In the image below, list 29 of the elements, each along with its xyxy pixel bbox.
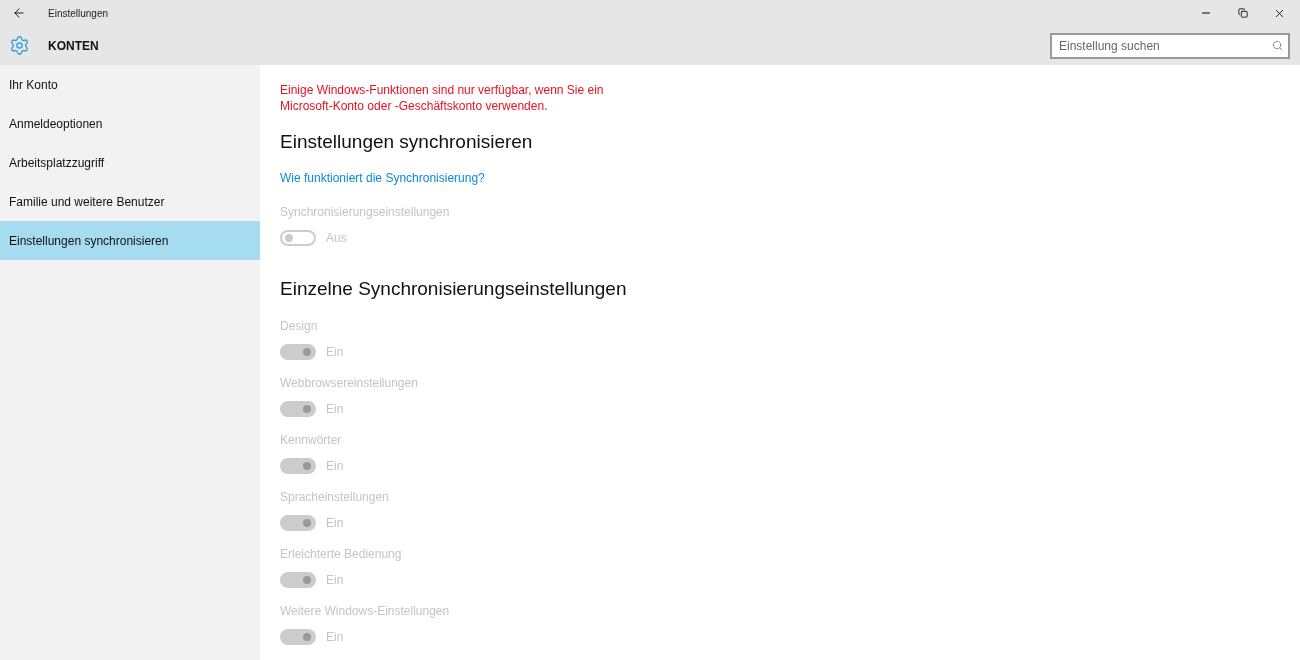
window-title: Einstellungen xyxy=(48,6,109,21)
warning-text: Einige Windows-Funktionen sind nur verfügbar, wenn Sie ein Microsoft-Konto oder -Geschäftskonto verwenden. xyxy=(280,82,605,114)
setting-label: Design xyxy=(280,318,319,335)
toggle-state-text: Aus xyxy=(326,229,347,247)
help-link[interactable]: Wie funktioniert die Synchronisierung? xyxy=(280,168,1300,187)
sidebar-item[interactable]: Einstellungen synchronisieren xyxy=(0,221,260,260)
toggle-state-text: Ein xyxy=(326,572,344,589)
sidebar-item[interactable]: Familie und weitere Benutzer xyxy=(0,182,260,221)
setting-label: Spracheinstellungen xyxy=(280,489,390,506)
setting-label: Weitere Windows-Einstellungen xyxy=(280,603,451,620)
setting-label: Webbrowsereinstellungen xyxy=(280,375,419,392)
toggle-state-text: Ein xyxy=(326,629,344,646)
toggle-state-text: Ein xyxy=(326,515,344,532)
section-heading: Einzelne Synchronisierungseinstellungen xyxy=(280,276,628,301)
settings-icon xyxy=(9,35,30,56)
search-icon xyxy=(1272,39,1283,51)
toggle-state-text: Ein xyxy=(326,458,344,475)
toggle-state-text: Ein xyxy=(326,344,344,361)
section-heading: Einstellungen synchronisieren xyxy=(280,130,534,154)
search-field[interactable]: Einstellung suchen xyxy=(1050,32,1290,59)
sidebar-item[interactable]: Ihr Konto xyxy=(0,65,260,104)
setting-label: Synchronisierungseinstellungen xyxy=(280,203,451,221)
restore-icon xyxy=(1237,8,1248,18)
setting-label: Erleichterte Bedienung xyxy=(280,546,403,563)
sidebar-item[interactable]: Anmeldeoptionen xyxy=(0,104,260,143)
section-title: KONTEN xyxy=(48,37,99,55)
setting-label: Kennwörter xyxy=(280,432,343,449)
toggle-state-text: Ein xyxy=(326,401,344,418)
sidebar-item[interactable]: Arbeitsplatzzugriff xyxy=(0,143,260,182)
